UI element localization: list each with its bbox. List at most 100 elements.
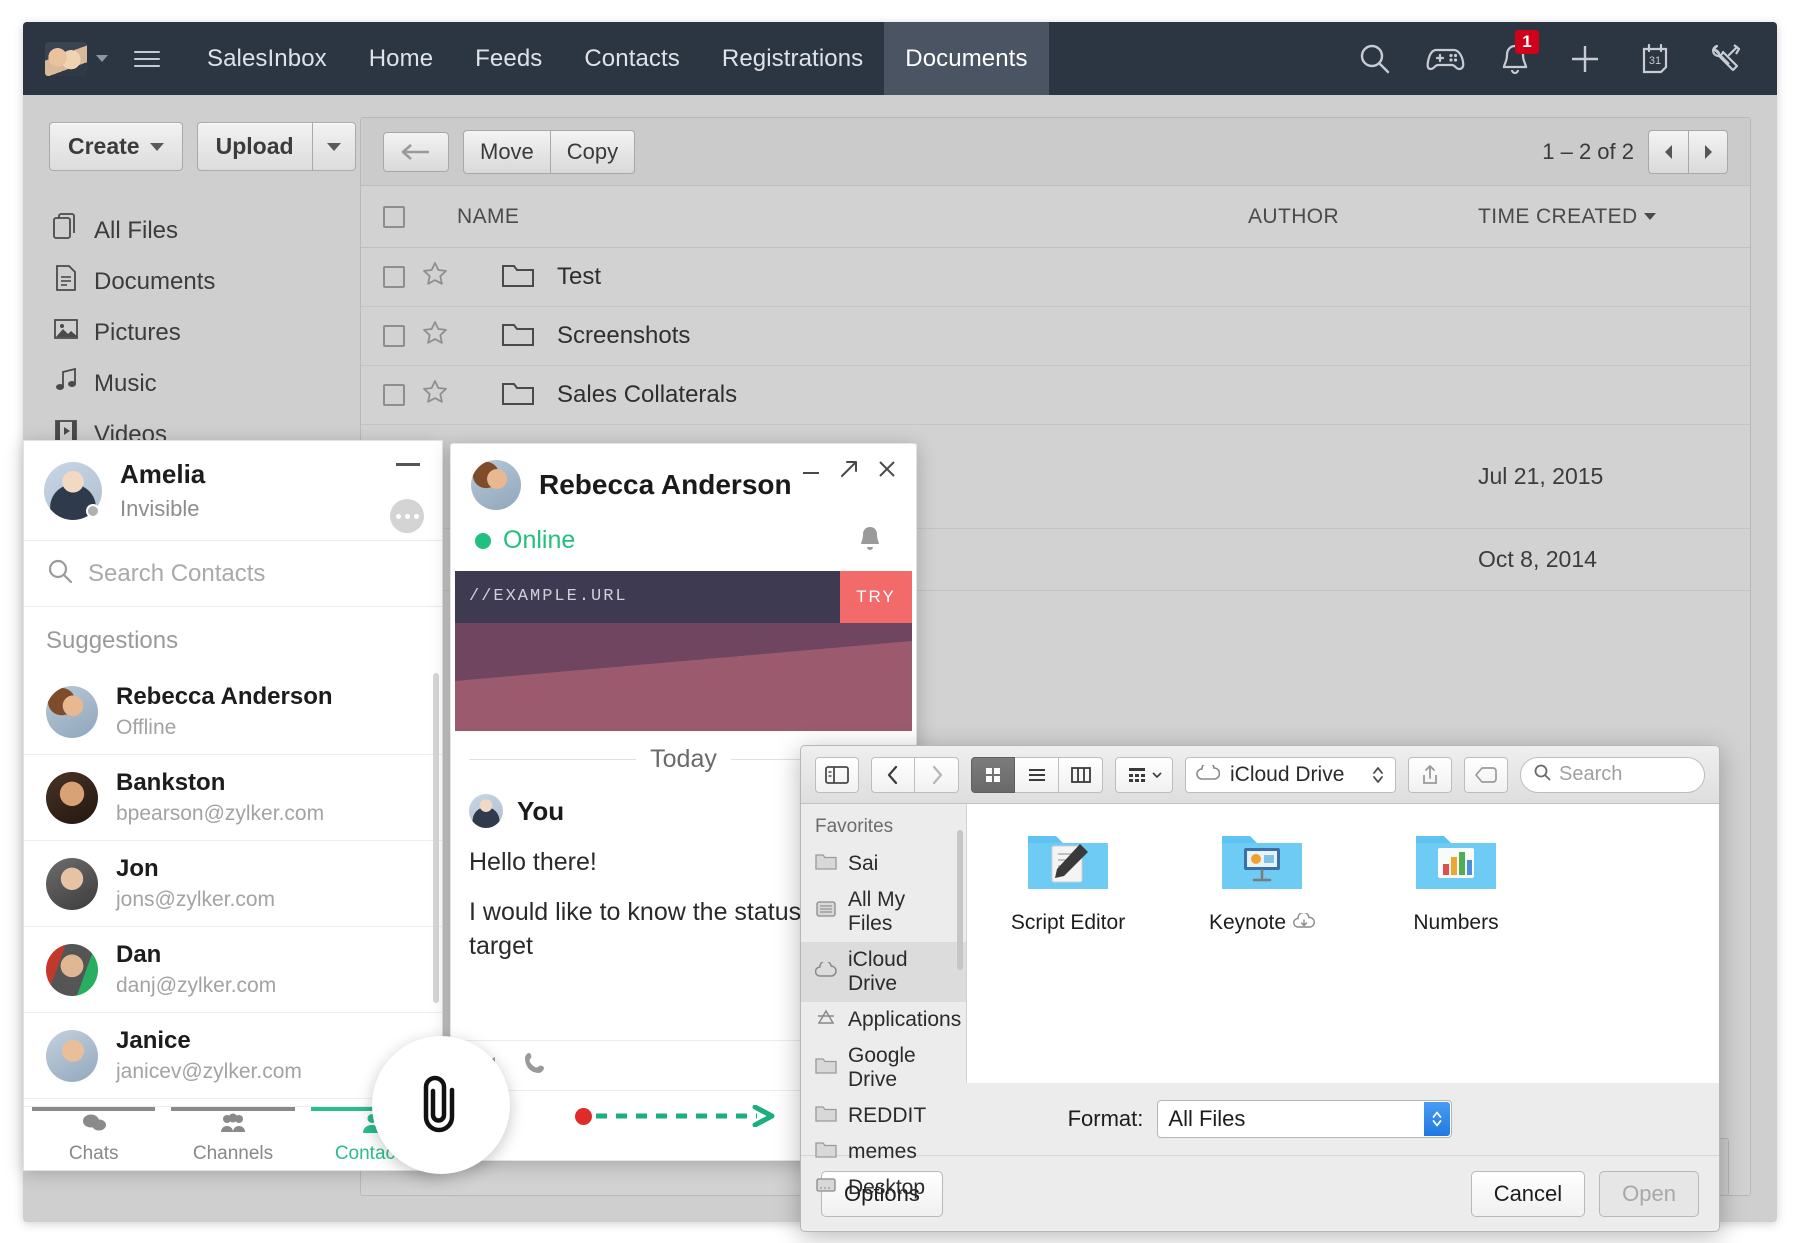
contact-subtitle: janicev@zylker.com <box>116 1060 302 1083</box>
finder-item-script-editor[interactable]: Script Editor <box>993 824 1143 935</box>
finder-item-numbers[interactable]: Numbers <box>1381 824 1531 935</box>
finder-item-label: Numbers <box>1413 911 1498 935</box>
icon-view-icon[interactable] <box>971 756 1015 793</box>
cancel-button[interactable]: Cancel <box>1470 1170 1586 1217</box>
list-view-icon[interactable] <box>1015 756 1059 793</box>
sidebar-item-label: Sai <box>848 852 879 875</box>
table-row[interactable]: Sales Collaterals <box>361 366 1750 425</box>
list-item[interactable]: Jon jons@zylker.com <box>24 841 442 927</box>
row-checkbox[interactable] <box>383 266 405 288</box>
phone-icon[interactable] <box>523 1051 547 1080</box>
bell-icon[interactable]: 1 <box>1493 29 1539 81</box>
share-icon[interactable] <box>1408 756 1452 793</box>
current-user-status[interactable]: Invisible <box>120 496 205 522</box>
attachment-zoom-bubble[interactable] <box>372 1036 510 1174</box>
tab-chats[interactable]: Chats <box>24 1107 163 1170</box>
window-controls <box>800 458 898 485</box>
sidebar-item-label: All Files <box>94 216 179 244</box>
finder-item-keynote[interactable]: Keynote <box>1187 824 1337 935</box>
nav-link-feeds[interactable]: Feeds <box>454 22 563 95</box>
plus-icon[interactable] <box>1563 37 1607 81</box>
chevron-left-icon[interactable] <box>871 756 915 793</box>
stepper-icon[interactable] <box>1371 764 1385 786</box>
star-icon[interactable] <box>421 260 449 295</box>
sidebar-item-memes[interactable]: memes <box>801 1134 966 1170</box>
nav-link-salesinbox[interactable]: SalesInbox <box>186 22 348 95</box>
finder-sidebar-scrollbar[interactable] <box>957 830 963 970</box>
sidebar-item-all-files[interactable]: All Files <box>23 205 360 256</box>
arrange-grid-icon[interactable] <box>1115 756 1173 793</box>
nav-link-documents[interactable]: Documents <box>884 22 1049 95</box>
tools-icon[interactable] <box>1703 37 1747 81</box>
list-item[interactable]: Rebecca Anderson Offline <box>24 669 442 755</box>
banner-cta-button[interactable]: TRY <box>840 571 912 623</box>
bell-icon[interactable] <box>856 523 884 558</box>
sidebar-item-documents[interactable]: Documents <box>23 256 360 307</box>
move-button[interactable]: Move <box>463 129 551 174</box>
upload-dropdown-button[interactable] <box>311 122 356 171</box>
minimize-icon[interactable] <box>396 463 420 466</box>
contacts-scrollbar[interactable] <box>433 673 439 1003</box>
nav-link-home[interactable]: Home <box>348 22 454 95</box>
chevron-down-icon[interactable] <box>96 55 108 62</box>
more-options-icon[interactable] <box>390 499 424 533</box>
copy-button[interactable]: Copy <box>550 129 636 174</box>
list-item[interactable]: Dan danj@zylker.com <box>24 927 442 1013</box>
column-header-name[interactable]: NAME <box>457 205 1248 229</box>
minimize-icon[interactable] <box>800 459 822 484</box>
table-row[interactable]: Screenshots <box>361 307 1750 366</box>
prev-page-button[interactable] <box>1648 129 1688 174</box>
list-item[interactable]: Bankston bpearson@zylker.com <box>24 755 442 841</box>
tag-icon[interactable] <box>1464 756 1508 793</box>
sidebar-item-music[interactable]: Music <box>23 358 360 409</box>
format-select[interactable]: All Files <box>1157 1100 1453 1138</box>
stepper-icon[interactable] <box>1424 1102 1451 1136</box>
avatar[interactable] <box>45 41 87 76</box>
sidebar-item-reddit[interactable]: REDDIT <box>801 1098 966 1134</box>
column-header-author[interactable]: AUTHOR <box>1248 205 1478 229</box>
sidebar-item-icloud-drive[interactable]: iCloud Drive <box>801 942 966 1002</box>
create-button[interactable]: Create <box>49 122 183 171</box>
paperclip-icon[interactable] <box>413 1070 469 1141</box>
select-all-checkbox[interactable] <box>383 205 405 228</box>
sidebar-item-google-drive[interactable]: Google Drive <box>801 1038 966 1098</box>
row-checkbox[interactable] <box>383 384 405 406</box>
nav-link-contacts[interactable]: Contacts <box>563 22 701 95</box>
star-icon[interactable] <box>421 319 449 354</box>
sidebar-item-desktop[interactable]: Desktop <box>801 1170 966 1206</box>
popout-icon[interactable] <box>838 458 860 485</box>
sidebar-item-pictures[interactable]: Pictures <box>23 307 360 358</box>
path-select[interactable]: iCloud Drive <box>1185 756 1396 793</box>
finder-item-grid: Script Editor Keynote Numbers <box>993 824 1693 935</box>
game-controller-icon[interactable] <box>1423 37 1467 81</box>
next-page-button[interactable] <box>1688 129 1728 174</box>
hamburger-menu-icon[interactable] <box>134 50 160 67</box>
row-checkbox[interactable] <box>383 325 405 347</box>
chat-banner-image[interactable]: //EXAMPLE.URL TRY <box>455 571 912 731</box>
cloud-icon <box>814 960 837 984</box>
tab-channels[interactable]: Channels <box>163 1107 302 1170</box>
top-navigation-bar: SalesInbox Home Feeds Contacts Registrat… <box>23 22 1777 95</box>
calendar-icon[interactable]: 31 <box>1633 37 1677 81</box>
avatar[interactable] <box>44 461 102 520</box>
sidebar-item-sai[interactable]: Sai <box>801 846 966 882</box>
chevron-right-icon[interactable] <box>915 756 959 793</box>
nav-link-registrations[interactable]: Registrations <box>701 22 884 95</box>
search-input[interactable]: Search <box>1520 756 1705 793</box>
folder-icon <box>815 1104 837 1128</box>
sidebar-item-all-my-files[interactable]: All My Files <box>801 882 966 942</box>
sidebar-item-applications[interactable]: Applications <box>801 1002 966 1038</box>
column-header-time-created[interactable]: TIME CREATED <box>1478 205 1728 229</box>
close-icon[interactable] <box>876 458 898 485</box>
sidebar-toggle-icon[interactable] <box>815 756 859 793</box>
star-icon[interactable] <box>421 378 449 413</box>
search-contacts-field[interactable]: Search Contacts <box>24 541 442 607</box>
open-button[interactable]: Open <box>1599 1170 1699 1217</box>
column-view-icon[interactable] <box>1059 756 1103 793</box>
search-icon[interactable] <box>1353 37 1397 81</box>
upload-button[interactable]: Upload <box>196 122 312 171</box>
back-button[interactable] <box>383 131 449 172</box>
music-note-icon <box>53 366 79 401</box>
table-row[interactable]: Test <box>361 248 1750 307</box>
search-input[interactable]: Search Contacts <box>88 560 265 588</box>
